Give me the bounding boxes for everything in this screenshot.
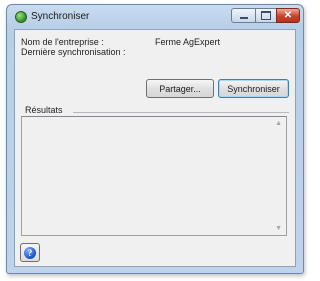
title-bar[interactable]: Synchroniser ✕	[7, 5, 303, 29]
help-button[interactable]: ?	[20, 243, 40, 262]
maximize-button[interactable]	[255, 8, 277, 23]
results-textarea[interactable]: ▲ ▼	[21, 116, 287, 236]
dialog-body: Nom de l'entreprise : Ferme AgExpert Der…	[14, 29, 296, 267]
minimize-button[interactable]	[231, 8, 256, 23]
results-group-border	[73, 112, 289, 113]
minimize-icon	[239, 17, 248, 19]
app-sync-icon	[15, 11, 27, 23]
maximize-icon	[261, 11, 271, 20]
scroll-up-icon[interactable]: ▲	[275, 120, 282, 127]
sync-button[interactable]: Synchroniser	[218, 79, 289, 98]
last-sync-label: Dernière synchronisation :	[21, 47, 126, 57]
scroll-down-icon[interactable]: ▼	[275, 225, 282, 232]
results-label: Résultats	[25, 105, 63, 115]
synchroniser-window: Synchroniser ✕ Nom de l'entreprise : Fer…	[6, 4, 304, 274]
close-button[interactable]: ✕	[276, 8, 300, 23]
share-button[interactable]: Partager...	[146, 79, 214, 98]
close-icon: ✕	[283, 9, 293, 21]
window-title: Synchroniser	[31, 11, 90, 22]
company-value: Ferme AgExpert	[155, 37, 221, 47]
company-label: Nom de l'entreprise :	[21, 37, 104, 47]
help-icon: ?	[24, 246, 36, 259]
